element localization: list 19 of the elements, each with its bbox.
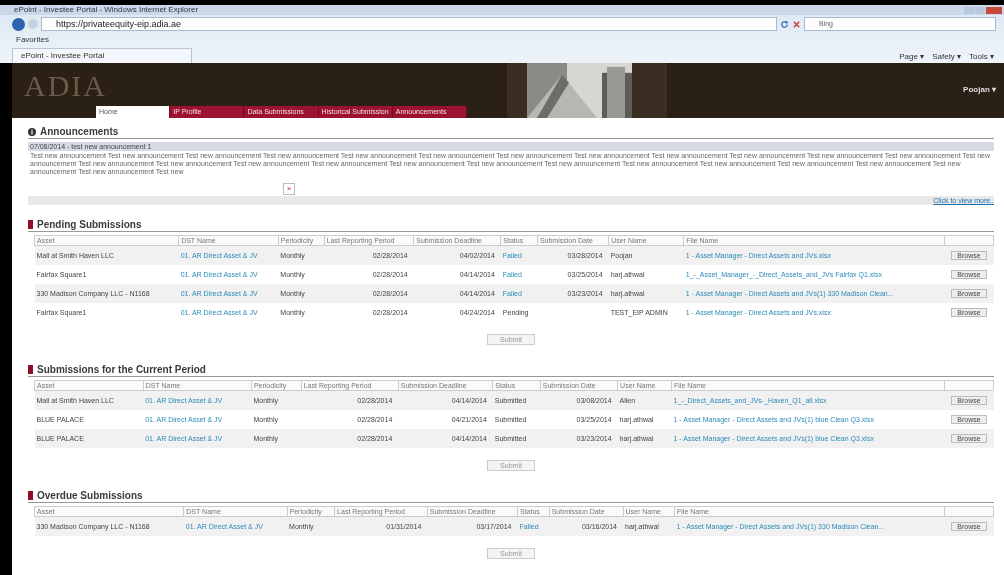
refresh-icon[interactable] bbox=[780, 19, 789, 29]
back-button[interactable] bbox=[12, 17, 25, 31]
address-field[interactable]: https://privateequity-eip.adia.ae bbox=[41, 17, 777, 31]
section-title: Submissions for the Current Period bbox=[37, 364, 206, 375]
close-button[interactable] bbox=[986, 6, 1002, 14]
favorites-button[interactable]: Favorites bbox=[16, 35, 49, 44]
close-button[interactable]: × bbox=[283, 183, 295, 195]
window-title: ePoint - Investee Portal - Windows Internet Explorer bbox=[14, 5, 199, 15]
section-title: Pending Submissions bbox=[37, 219, 142, 230]
section-title: Overdue Submissions bbox=[37, 490, 143, 501]
section-title: Announcements bbox=[40, 126, 119, 137]
stop-icon[interactable] bbox=[792, 19, 801, 29]
command-menu[interactable]: Safety ▾ bbox=[932, 51, 962, 61]
user-menu[interactable]: Poojan ▾ bbox=[963, 85, 996, 94]
logo: ADIA bbox=[23, 68, 107, 101]
info-icon bbox=[28, 127, 36, 136]
command-menu[interactable]: Page ▾ bbox=[899, 51, 925, 61]
command-menu[interactable]: Tools ▾ bbox=[969, 51, 994, 61]
browser-tab[interactable]: ePoint - Investee Portal bbox=[12, 48, 192, 63]
